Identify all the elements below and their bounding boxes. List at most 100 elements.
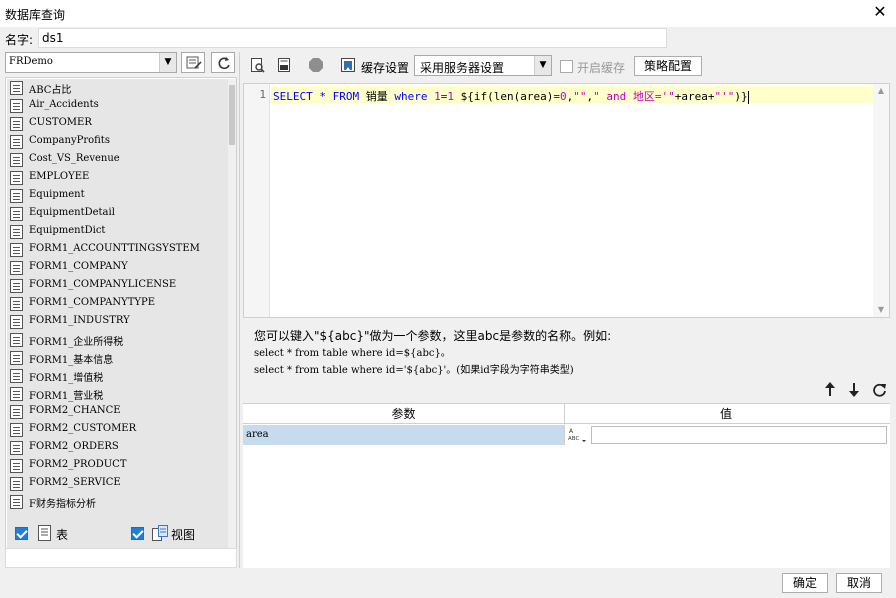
table-icon [10, 243, 23, 257]
table-list-scrollbar[interactable] [228, 79, 236, 565]
list-item[interactable]: EMPLOYEE [7, 169, 228, 187]
close-icon[interactable]: ✕ [872, 3, 888, 21]
list-item[interactable]: Cost_VS_Revenue [7, 151, 228, 169]
list-item[interactable]: FORM1_基本信息 [7, 349, 228, 367]
table-name: FORM1_INDUSTRY [29, 315, 130, 326]
table-icon [10, 441, 23, 455]
preview-icon[interactable] [250, 57, 266, 73]
table-icon [10, 81, 23, 95]
value-type-icon[interactable]: A ABC [567, 426, 589, 444]
list-item[interactable]: FORM1_COMPANY [7, 259, 228, 277]
table-name: F财务指标分析 [29, 499, 96, 510]
scroll-up-icon[interactable]: ▲ [873, 84, 889, 98]
list-item[interactable]: ABC占比 [7, 79, 228, 97]
sql-file-icon[interactable] [276, 57, 292, 73]
list-item[interactable]: EquipmentDict [7, 223, 228, 241]
table-icon [10, 369, 23, 383]
help-line-3: select * from table where id='${abc}'。(如… [254, 365, 574, 376]
cache-settings-label: 缓存设置 [361, 61, 410, 75]
list-item[interactable]: EquipmentDetail [7, 205, 228, 223]
table-name: CompanyProfits [29, 135, 110, 146]
list-item[interactable]: CUSTOMER [7, 115, 228, 133]
cancel-button[interactable]: 取消 [836, 573, 882, 593]
list-item[interactable]: Equipment [7, 187, 228, 205]
table-name: FORM2_CHANCE [29, 405, 121, 416]
panel-divider[interactable] [239, 52, 240, 568]
view-icon [152, 525, 168, 541]
table-name: FORM1_营业税 [29, 391, 104, 402]
parameter-table: 参数 值 area A ABC [243, 403, 890, 568]
list-item[interactable]: FORM1_企业所得税 [7, 331, 228, 349]
title-bar: 数据库查询 ✕ [0, 0, 896, 27]
list-item[interactable]: FORM1_COMPANYTYPE [7, 295, 228, 313]
ok-button[interactable]: 确定 [782, 573, 828, 593]
arrow-down-icon[interactable] [848, 382, 860, 397]
list-item[interactable]: Air_Accidents [7, 97, 228, 115]
scroll-down-icon[interactable]: ▼ [873, 303, 889, 317]
refresh-button[interactable] [211, 52, 235, 73]
policy-config-button[interactable]: 策略配置 [634, 56, 702, 76]
table-name: FORM1_COMPANY [29, 261, 128, 272]
sql-code[interactable]: SELECT * FROM 销量 where 1=1 ${if(len(area… [273, 88, 749, 104]
arrow-up-icon[interactable] [824, 382, 836, 397]
param-column-header: 参数 [243, 404, 565, 424]
table-icon [10, 189, 23, 203]
stop-icon[interactable] [308, 57, 324, 73]
enable-cache-checkbox[interactable] [560, 60, 573, 73]
table-icon [10, 135, 23, 149]
help-line-1: 您可以键入"${abc}"做为一个参数，这里abc是参数的名称。例如: [254, 329, 612, 343]
enable-cache-label: 开启缓存 [577, 61, 626, 75]
list-item[interactable]: FORM2_CUSTOMER [7, 421, 228, 439]
table-row[interactable]: area A ABC [243, 425, 890, 445]
param-value-input[interactable] [591, 426, 887, 444]
cache-mode-select[interactable]: 采用服务器设置 ▼ [414, 55, 552, 76]
table-icon [10, 297, 23, 311]
chevron-down-icon: ▼ [534, 56, 551, 75]
list-item[interactable]: FORM2_SERVICE [7, 475, 228, 493]
list-item[interactable]: FORM2_CHANCE [7, 403, 228, 421]
table-list: ABC占比 Air_Accidents CUSTOMER CompanyProfits… [7, 79, 228, 565]
list-item[interactable]: FORM1_INDUSTRY [7, 313, 228, 331]
edit-connection-button[interactable] [181, 52, 205, 73]
table-name: Cost_VS_Revenue [29, 153, 120, 164]
list-item[interactable]: FORM1_COMPANYLICENSE [7, 277, 228, 295]
table-icon [10, 495, 23, 509]
window-title: 数据库查询 [5, 8, 66, 22]
table-name: FORM1_企业所得税 [29, 337, 124, 348]
show-table-label: 表 [56, 528, 69, 542]
list-item[interactable]: FORM2_ORDERS [7, 439, 228, 457]
name-input[interactable]: ds1 [38, 28, 667, 48]
table-icon [10, 351, 23, 365]
table-icon [10, 261, 23, 275]
table-name: Air_Accidents [29, 99, 99, 110]
table-search-input[interactable] [5, 548, 237, 568]
table-name: Equipment [29, 189, 85, 200]
table-icon [10, 477, 23, 491]
list-item[interactable]: CompanyProfits [7, 133, 228, 151]
sql-editor[interactable]: 1 SELECT * FROM 销量 where 1=1 ${if(len(ar… [243, 83, 890, 318]
table-name: FORM1_COMPANYTYPE [29, 297, 156, 308]
table-name: FORM1_COMPANYLICENSE [29, 279, 177, 290]
cache-mode-value: 采用服务器设置 [420, 61, 505, 75]
table-icon [10, 459, 23, 473]
table-icon [10, 279, 23, 293]
param-toolbar [818, 380, 892, 400]
show-view-checkbox[interactable] [131, 527, 144, 540]
list-item[interactable]: FORM1_ACCOUNTTINGSYSTEM [7, 241, 228, 259]
param-name-cell[interactable]: area [243, 425, 565, 445]
connection-select[interactable]: FRDemo ▼ [5, 52, 177, 73]
help-line-2: select * from table where id=${abc}。 [254, 348, 451, 359]
connection-value: FRDemo [9, 56, 53, 67]
show-table-checkbox[interactable] [15, 527, 28, 540]
editor-scrollbar[interactable]: ▲ ▼ [873, 84, 889, 317]
table-name: FORM1_基本信息 [29, 355, 114, 366]
dialog-window: 数据库查询 ✕ 名字: ds1 FRDemo ▼ ABC占比 Air_Accide… [0, 0, 896, 598]
name-label: 名字: [5, 33, 34, 47]
line-number: 1 [259, 88, 266, 101]
list-item[interactable]: FORM1_增值税 [7, 367, 228, 385]
list-item[interactable]: FORM1_营业税 [7, 385, 228, 403]
refresh-params-icon[interactable] [872, 382, 887, 397]
current-line: SELECT * FROM 销量 where 1=1 ${if(len(area… [271, 86, 874, 104]
list-item[interactable]: FORM2_PRODUCT [7, 457, 228, 475]
list-item[interactable]: F财务指标分析 [7, 493, 228, 511]
